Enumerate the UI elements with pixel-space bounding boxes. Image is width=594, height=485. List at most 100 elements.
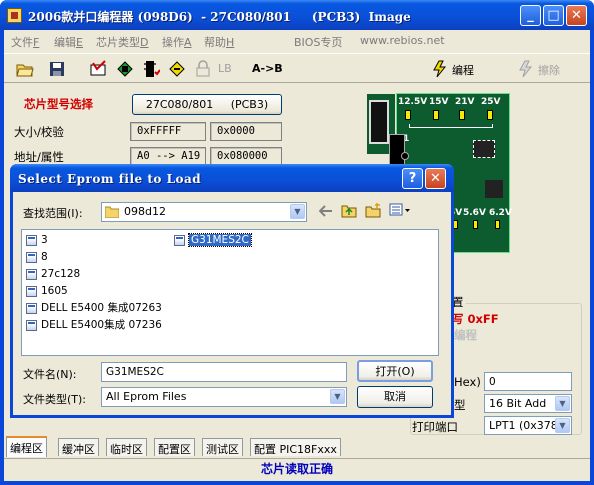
- list-item[interactable]: DELL E5400集成 07236: [25, 318, 162, 333]
- open-button[interactable]: 打开(O): [357, 360, 433, 382]
- tab-program-area[interactable]: 编程区: [6, 436, 47, 457]
- list-item[interactable]: 1605: [25, 284, 68, 299]
- voltage-label-21v: 21V: [455, 97, 475, 107]
- menu-operation[interactable]: 操作A: [162, 34, 192, 50]
- list-item[interactable]: DELL E5400 集成07263: [25, 301, 162, 316]
- file-dialog: Select Eprom file to Load ? ✕ 查找范围(I): 0…: [10, 164, 454, 418]
- list-item[interactable]: 3: [25, 233, 48, 248]
- jumper-21v: [459, 110, 465, 120]
- status-bar: 芯片读取正确: [4, 458, 590, 480]
- folder-icon: [105, 206, 119, 218]
- chip-type-button[interactable]: 27C080/801 (PCB3): [132, 94, 282, 115]
- chip-select-label: 芯片型号选择: [24, 97, 93, 111]
- size-field: 0xFFFFF: [130, 122, 206, 141]
- filetype-value: All Eprom Files: [106, 390, 187, 403]
- open-folder-icon[interactable]: [16, 60, 34, 78]
- lb-label: LB: [218, 62, 232, 75]
- filetype-select[interactable]: All Eprom Files ▼: [101, 387, 347, 407]
- read-chip-icon[interactable]: [116, 60, 134, 78]
- list-item-selected[interactable]: G31MES2C: [173, 233, 252, 248]
- file-list[interactable]: 3 8 27c128 1605 DELL E5400 集成07263 DELL …: [21, 229, 439, 356]
- title-bar[interactable]: 2006款并口编程器 (098D6) - 27C080/801 (PCB3) I…: [0, 0, 594, 30]
- look-in-value: 098d12: [124, 205, 166, 218]
- new-folder-icon[interactable]: [365, 202, 381, 218]
- jumper-15v: [433, 110, 439, 120]
- voltage-regulator: [485, 180, 503, 198]
- ic-small: [473, 140, 495, 158]
- jumper-6-2v: [495, 220, 500, 229]
- file-type-label-right: 型: [454, 398, 466, 412]
- voltage-label-5-6v: 5.6V: [463, 208, 486, 218]
- chevron-down-icon[interactable]: ▼: [330, 389, 345, 404]
- save-disk-icon[interactable]: [48, 60, 66, 78]
- size-checksum-label: 大小/校验: [14, 125, 64, 139]
- close-button[interactable]: ✕: [566, 5, 587, 26]
- window-title: 2006款并口编程器 (098D6) - 27C080/801 (PCB3) I…: [28, 10, 411, 24]
- minimize-button[interactable]: _: [520, 5, 541, 26]
- printer-port-value: LPT1 (0x378): [489, 419, 563, 432]
- program-status: 编程: [454, 328, 477, 342]
- verify-chip-icon[interactable]: [142, 60, 160, 78]
- a-to-b-button[interactable]: A->B: [252, 62, 283, 75]
- program-button-label[interactable]: 编程: [452, 62, 474, 78]
- dialog-title: Select Eprom file to Load: [18, 172, 202, 186]
- dialog-close-button[interactable]: ✕: [425, 168, 446, 189]
- hex-offset-input[interactable]: 0: [484, 372, 572, 391]
- menu-file[interactable]: 文件F: [11, 34, 39, 50]
- checksum-field: 0x0000: [210, 122, 282, 141]
- menu-help[interactable]: 帮助H: [204, 34, 234, 50]
- printer-port-select[interactable]: LPT1 (0x378) ▼: [484, 416, 572, 435]
- chevron-down-icon[interactable]: ▼: [555, 418, 570, 433]
- filename-label: 文件名(N):: [23, 368, 77, 381]
- cancel-button[interactable]: 取消: [357, 386, 433, 408]
- auto-program-icon[interactable]: [168, 60, 186, 78]
- file-icon: [26, 235, 37, 246]
- voltage-label-25v: 25V: [481, 97, 501, 107]
- view-menu-icon[interactable]: [389, 203, 411, 217]
- file-icon: [174, 235, 185, 246]
- address-attribute-label: 地址/属性: [14, 150, 64, 164]
- filename-input[interactable]: G31MES2C: [101, 362, 347, 382]
- jumper-trace: [409, 124, 493, 128]
- tab-temp[interactable]: 临时区: [106, 438, 147, 456]
- list-item[interactable]: 8: [25, 250, 48, 265]
- back-arrow-icon[interactable]: [319, 204, 333, 218]
- program-lightning-icon[interactable]: [430, 60, 448, 78]
- up-folder-icon[interactable]: [341, 202, 357, 218]
- list-item[interactable]: 27c128: [25, 267, 80, 282]
- voltage-label-6-2v: 6.2V: [489, 208, 512, 218]
- menu-bar: 文件F 编辑E 芯片类型D 操作A 帮助H BIOS专页 www.rebios.…: [4, 30, 590, 52]
- menu-edit[interactable]: 编辑E: [54, 34, 83, 50]
- dialog-title-bar[interactable]: Select Eprom file to Load ? ✕: [10, 164, 454, 192]
- zif-socket: [369, 100, 389, 144]
- app-icon: [7, 8, 22, 23]
- hex-label: Hex): [454, 375, 481, 389]
- blank-check-icon[interactable]: [90, 60, 108, 78]
- file-icon: [26, 303, 37, 314]
- menu-bios-page[interactable]: BIOS专页: [294, 34, 342, 50]
- address-mode-select[interactable]: 16 Bit Add ▼: [484, 394, 572, 413]
- filetype-label: 文件类型(T):: [23, 393, 87, 406]
- chevron-down-icon[interactable]: ▼: [290, 204, 305, 219]
- file-icon: [26, 286, 37, 297]
- maximize-button[interactable]: □: [543, 5, 564, 26]
- menu-chip-type[interactable]: 芯片类型D: [96, 34, 148, 50]
- capacitor: [401, 152, 409, 160]
- menu-website[interactable]: www.rebios.net: [360, 34, 445, 47]
- file-icon: [26, 252, 37, 263]
- look-in-select[interactable]: 098d12 ▼: [101, 202, 307, 222]
- tab-buffer[interactable]: 缓冲区: [58, 438, 99, 456]
- voltage-label-12-5v: 12.5V: [398, 97, 428, 107]
- tab-config[interactable]: 配置区: [154, 438, 195, 456]
- erase-button-label: 擦除: [538, 64, 560, 77]
- dialog-body: 查找范围(I): 098d12 ▼ 3 8 27c128 1605 DELL E…: [13, 192, 451, 415]
- jumper-12-5v: [405, 110, 411, 120]
- tab-test[interactable]: 测试区: [202, 438, 243, 456]
- tab-pic18f-config[interactable]: 配置 PIC18Fxxx: [250, 438, 341, 456]
- jumper-25v: [487, 110, 493, 120]
- file-icon: [26, 320, 37, 331]
- look-in-label: 查找范围(I):: [23, 207, 83, 220]
- chevron-down-icon[interactable]: ▼: [555, 396, 570, 411]
- dialog-help-button[interactable]: ?: [402, 168, 423, 189]
- ic-chip: [389, 134, 405, 166]
